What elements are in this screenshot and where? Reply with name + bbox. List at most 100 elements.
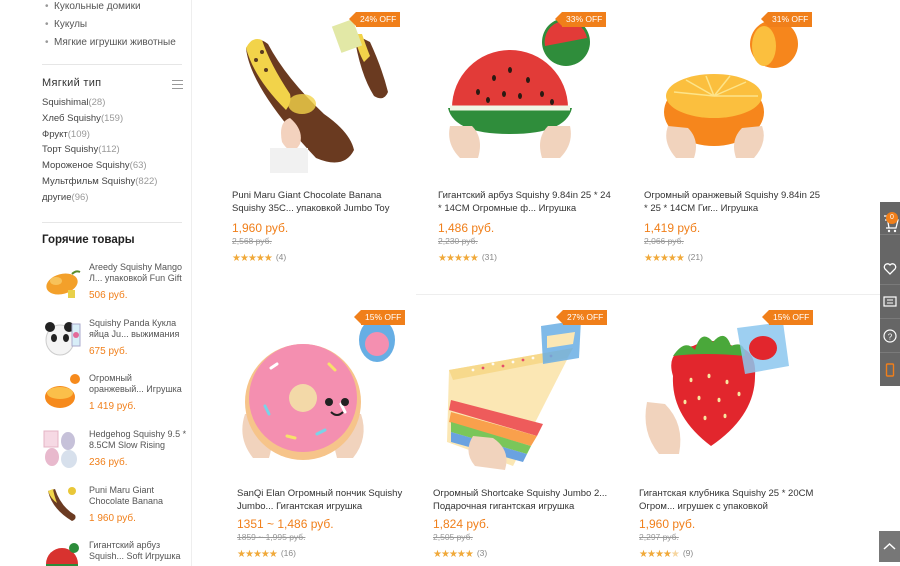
product-price: 1,960 руб. <box>639 517 696 531</box>
product-image[interactable] <box>438 8 628 173</box>
phone-icon <box>885 363 895 377</box>
hot-product-name[interactable]: Огромный оранжевый... Игрушка <box>89 373 187 395</box>
row-divider <box>416 294 900 295</box>
product-card[interactable]: 24% OFF Puni Maru Giant Chocolate Banana… <box>232 8 422 268</box>
product-image[interactable] <box>639 306 829 471</box>
soft-type-link[interactable]: другие(96) <box>42 192 88 203</box>
hot-product-price: 1 419 руб. <box>89 401 136 412</box>
discount-badge: 31% OFF <box>760 12 813 27</box>
product-rating: ★★★★★ (3) <box>433 548 488 560</box>
product-price: 1351 ~ 1,486 руб. <box>237 517 334 531</box>
wishlist-button[interactable] <box>880 252 900 285</box>
product-title[interactable]: Puni Maru Giant Chocolate Banana Squishy… <box>232 189 410 215</box>
watermelon-thumbnail[interactable] <box>42 540 82 566</box>
hot-product[interactable]: Огромный оранжевый... Игрушка 1 419 руб. <box>42 373 187 423</box>
hot-product-price: 506 руб. <box>89 290 128 301</box>
product-price: 1,960 руб. <box>232 221 289 235</box>
soft-type-link[interactable]: Фрукт(109) <box>42 129 90 140</box>
product-old-price: 1859 ~ 1,995 руб. <box>237 532 306 542</box>
hot-products-title: Горячие товары <box>42 234 135 246</box>
hot-product[interactable]: Squishy Panda Кукла яйца Ju... выжимания… <box>42 318 187 368</box>
product-rating: ★★★★★ (4) <box>232 252 287 264</box>
hot-product-name[interactable]: Squishy Panda Кукла яйца Ju... выжимания <box>89 318 187 340</box>
soft-type-link[interactable]: Хлеб Squishy(159) <box>42 113 123 124</box>
product-image[interactable] <box>237 306 427 471</box>
product-old-price: 2,066 руб. <box>644 236 684 246</box>
product-old-price: 2,505 руб. <box>433 532 473 542</box>
discount-badge: 33% OFF <box>554 12 607 27</box>
product-rating: ★★★★★ (16) <box>237 548 296 560</box>
product-card[interactable]: 15% OFF Гигантская клубника Squishy 25 *… <box>639 306 829 566</box>
hot-product[interactable]: Hedgehog Squishy 9.5 * 8.5CM Slow Rising… <box>42 429 187 479</box>
product-rating: ★★★★★ (9) <box>639 548 694 560</box>
discount-badge: 15% OFF <box>353 310 406 325</box>
hot-product-name[interactable]: Areedy Squishy Mango Л... упаковкой Fun … <box>89 262 187 284</box>
product-title[interactable]: Огромный Shortcake Squishy Jumbo 2... По… <box>433 487 611 513</box>
category-link[interactable]: Мягкие игрушки животные <box>45 37 176 48</box>
hot-product-name[interactable]: Puni Maru Giant Chocolate Banana <box>89 485 187 507</box>
product-price: 1,486 руб. <box>438 221 495 235</box>
product-old-price: 2,230 руб. <box>438 236 478 246</box>
sidebar: Кукольные домики Кукулы Мягкие игрушки ж… <box>0 0 192 566</box>
hot-product-price: 675 руб. <box>89 346 128 357</box>
hot-product[interactable]: Puni Maru Giant Chocolate Banana 1 960 р… <box>42 485 187 535</box>
product-image[interactable] <box>644 8 834 173</box>
product-card[interactable]: 27% OFF Огромный Shortcake Squishy Jumbo… <box>433 306 623 566</box>
product-card[interactable]: 33% OFF Гигантский арбуз Squishy 9.84in … <box>438 8 628 268</box>
soft-type-link[interactable]: Squishimal(28) <box>42 97 105 108</box>
product-rating: ★★★★★ (21) <box>644 252 703 264</box>
category-link[interactable]: Кукулы <box>45 19 87 30</box>
product-old-price: 2,297 руб. <box>639 532 679 542</box>
question-icon: ? <box>883 329 897 343</box>
hot-product-price: 236 руб. <box>89 457 128 468</box>
list-view-icon[interactable] <box>172 80 183 89</box>
panda-thumbnail[interactable] <box>42 318 82 358</box>
divider <box>42 222 182 223</box>
orange-thumbnail[interactable] <box>42 373 82 413</box>
review-count[interactable]: (31) <box>482 252 497 262</box>
soft-type-link[interactable]: Мультфильм Squishy(822) <box>42 176 157 187</box>
help-button[interactable]: ? <box>880 320 900 353</box>
heart-icon <box>883 263 897 275</box>
product-image[interactable] <box>433 306 623 471</box>
product-title[interactable]: Гигантская клубника Squishy 25 * 20CM Ог… <box>639 487 817 513</box>
soft-type-link[interactable]: Мороженое Squishy(63) <box>42 160 147 171</box>
product-price: 1,419 руб. <box>644 221 701 235</box>
soft-type-link[interactable]: Торт Squishy(112) <box>42 144 120 155</box>
discount-badge: 27% OFF <box>555 310 608 325</box>
discount-badge: 15% OFF <box>761 310 814 325</box>
coupon-icon <box>883 296 897 307</box>
mango-thumbnail[interactable] <box>42 262 82 302</box>
back-to-top-button[interactable] <box>879 531 900 562</box>
divider <box>42 64 182 65</box>
review-count[interactable]: (4) <box>276 252 286 262</box>
coupon-button[interactable] <box>880 286 900 319</box>
hot-product-price: 1 960 руб. <box>89 513 136 524</box>
product-card[interactable]: 31% OFF Огромный оранжевый Squishy 9.84i… <box>644 8 834 268</box>
category-link[interactable]: Кукольные домики <box>45 1 141 12</box>
soft-type-title: Мягкий тип <box>42 77 102 89</box>
svg-text:?: ? <box>888 333 893 342</box>
review-count[interactable]: (21) <box>688 252 703 262</box>
banana-thumbnail[interactable] <box>42 485 82 525</box>
hot-product[interactable]: Areedy Squishy Mango Л... упаковкой Fun … <box>42 262 187 312</box>
product-price: 1,824 руб. <box>433 517 490 531</box>
product-card[interactable]: 15% OFF SanQi Elan Огромный пончик Squis… <box>237 306 427 566</box>
review-count[interactable]: (3) <box>477 548 487 558</box>
product-old-price: 2,568 руб. <box>232 236 272 246</box>
hot-product[interactable]: Гигантский арбуз Squish... Soft Игрушка <box>42 540 187 566</box>
cart-count-badge: 0 <box>886 212 898 224</box>
product-rating: ★★★★★ (31) <box>438 252 497 264</box>
chevron-up-icon <box>883 542 896 550</box>
product-title[interactable]: Огромный оранжевый Squishy 9.84in 25 * 2… <box>644 189 822 215</box>
hot-product-name[interactable]: Гигантский арбуз Squish... Soft Игрушка <box>89 540 187 562</box>
hot-product-name[interactable]: Hedgehog Squishy 9.5 * 8.5CM Slow Rising <box>89 429 187 451</box>
hedgehog-thumbnail[interactable] <box>42 429 82 469</box>
product-title[interactable]: SanQi Elan Огромный пончик Squishy Jumbo… <box>237 487 415 513</box>
mobile-app-button[interactable] <box>880 354 900 387</box>
discount-badge: 24% OFF <box>348 12 401 27</box>
product-image[interactable] <box>232 8 422 173</box>
review-count[interactable]: (16) <box>281 548 296 558</box>
product-title[interactable]: Гигантский арбуз Squishy 9.84in 25 * 24 … <box>438 189 616 215</box>
review-count[interactable]: (9) <box>683 548 693 558</box>
